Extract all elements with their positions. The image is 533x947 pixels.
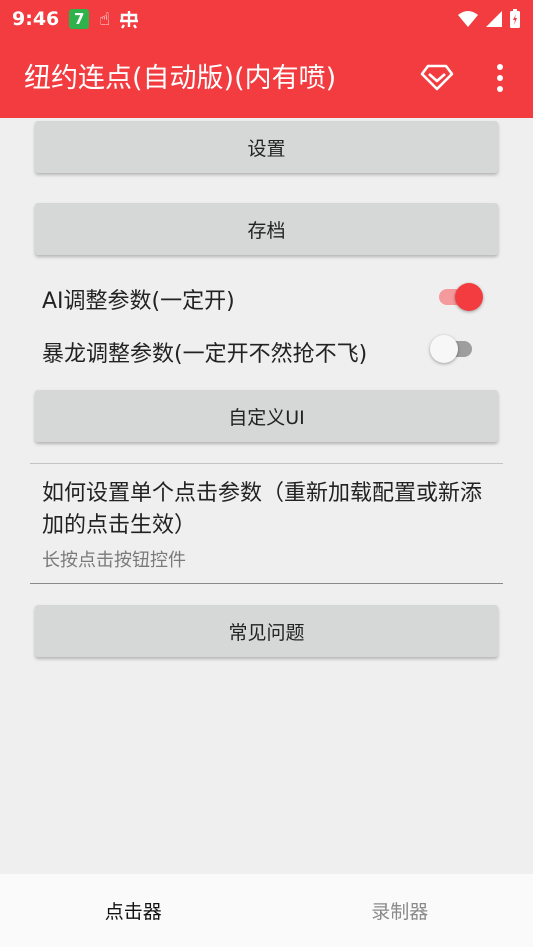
app-title: 纽约连点(自动版)(内有喷) bbox=[24, 63, 337, 94]
tab-clicker[interactable]: 点击器 bbox=[0, 874, 267, 947]
custom-ui-button[interactable]: 自定义UI bbox=[35, 390, 498, 442]
more-options-icon[interactable] bbox=[488, 60, 512, 96]
wifi-icon bbox=[458, 11, 478, 27]
status-bar: 9:46 7 ☝ bbox=[0, 0, 533, 38]
ai-switch-label: AI调整参数(一定开) bbox=[42, 289, 235, 314]
divider bbox=[30, 583, 503, 584]
app-bar: 9:46 7 ☝ 纽约连点(自动版)(内有喷) bbox=[0, 0, 533, 118]
battery-icon bbox=[510, 9, 520, 28]
diamond-icon[interactable] bbox=[420, 62, 454, 92]
touch-icon: ☝ bbox=[99, 8, 111, 30]
faq-button[interactable]: 常见问题 bbox=[35, 605, 498, 657]
bug-icon bbox=[120, 11, 139, 29]
pref-summary: 长按点击按钮控件 bbox=[42, 550, 186, 571]
pref-title[interactable]: 如何设置单个点击参数（重新加载配置或新添加的点击生效） bbox=[42, 478, 502, 542]
baolong-switch[interactable] bbox=[430, 333, 478, 365]
app-badge-icon: 7 bbox=[69, 9, 90, 29]
tab-recorder[interactable]: 录制器 bbox=[267, 874, 533, 947]
status-time: 9:46 bbox=[12, 8, 60, 30]
signal-icon bbox=[486, 11, 502, 27]
status-right bbox=[457, 9, 521, 29]
settings-button[interactable]: 设置 bbox=[35, 121, 498, 173]
switch-thumb bbox=[430, 335, 458, 363]
switch-thumb bbox=[455, 283, 483, 311]
archive-button[interactable]: 存档 bbox=[35, 203, 498, 255]
bottom-tab-bar: 点击器 录制器 bbox=[0, 874, 533, 947]
baolong-switch-label: 暴龙调整参数(一定开不然抢不飞) bbox=[42, 342, 368, 367]
divider bbox=[30, 463, 503, 464]
ai-switch[interactable] bbox=[437, 281, 483, 313]
